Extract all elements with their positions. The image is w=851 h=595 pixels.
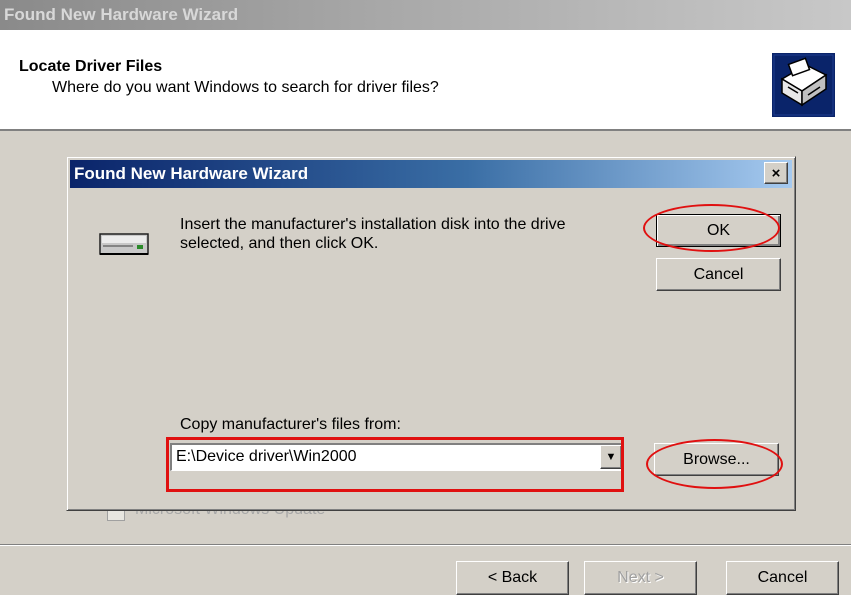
cancel-button[interactable]: Cancel [656, 258, 781, 291]
drive-icon [99, 233, 149, 255]
background-window-titlebar: Found New Hardware Wizard [0, 0, 851, 30]
wizard-header-subtitle: Where do you want Windows to search for … [52, 79, 439, 96]
wizard-cancel-button[interactable]: Cancel [726, 561, 839, 595]
footer-divider [0, 544, 851, 546]
close-icon[interactable]: × [764, 162, 788, 184]
path-combobox[interactable]: ▼ [170, 443, 623, 471]
background-window-title: Found New Hardware Wizard [4, 5, 239, 24]
path-input[interactable] [174, 446, 598, 468]
next-button: Next > [584, 561, 697, 595]
copy-from-label: Copy manufacturer's files from: [180, 416, 401, 433]
wizard-header-title: Locate Driver Files [19, 58, 163, 75]
dropdown-arrow-icon[interactable]: ▼ [600, 445, 622, 469]
browse-button[interactable]: Browse... [654, 443, 779, 476]
insert-disk-dialog: Found New Hardware Wizard × Insert the m… [66, 156, 796, 511]
dialog-titlebar[interactable]: Found New Hardware Wizard [70, 160, 792, 188]
ok-button[interactable]: OK [656, 214, 781, 247]
back-button[interactable]: < Back [456, 561, 569, 595]
dialog-message: Insert the manufacturer's installation d… [180, 216, 566, 252]
hardware-wizard-icon [772, 53, 835, 117]
dialog-title: Found New Hardware Wizard [74, 164, 309, 183]
